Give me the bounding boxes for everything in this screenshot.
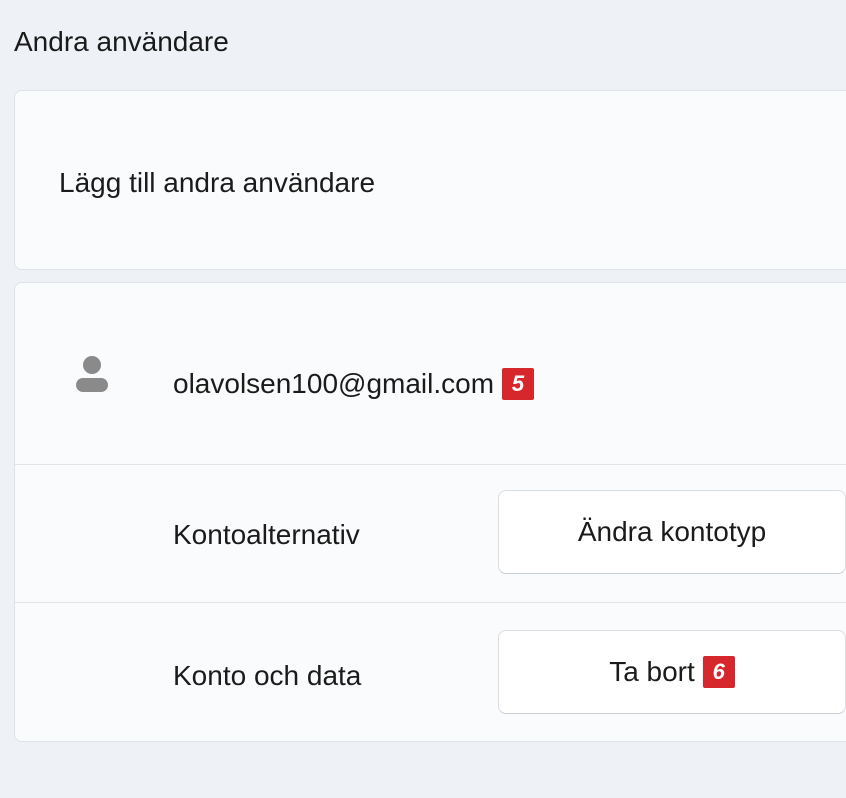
person-icon: [75, 353, 109, 397]
account-options-label: Kontoalternativ: [173, 519, 360, 550]
remove-account-button[interactable]: Ta bort 6: [498, 630, 846, 714]
change-account-type-button[interactable]: Ändra kontotyp: [498, 490, 846, 574]
account-data-row: Konto och data Ta bort 6: [15, 604, 846, 742]
annotation-badge-6: 6: [702, 656, 735, 688]
add-other-users-card[interactable]: Lägg till andra användare: [14, 90, 846, 270]
change-account-type-label: Ändra kontotyp: [577, 516, 767, 547]
section-title: Andra användare: [14, 26, 229, 57]
user-account-row[interactable]: olavolsen100@gmail.com 5: [15, 283, 846, 465]
account-data-label: Konto och data: [173, 660, 362, 691]
add-other-users-label: Lägg till andra användare: [59, 167, 376, 198]
remove-account-label: Ta bort: [609, 656, 695, 687]
annotation-badge-5: 5: [502, 368, 535, 400]
user-email-text: olavolsen100@gmail.com: [173, 368, 495, 399]
account-options-row: Kontoalternativ Ändra kontotyp: [15, 465, 846, 603]
user-email: olavolsen100@gmail.com 5: [173, 368, 535, 400]
user-account-card: olavolsen100@gmail.com 5 Kontoalternativ …: [14, 282, 846, 742]
